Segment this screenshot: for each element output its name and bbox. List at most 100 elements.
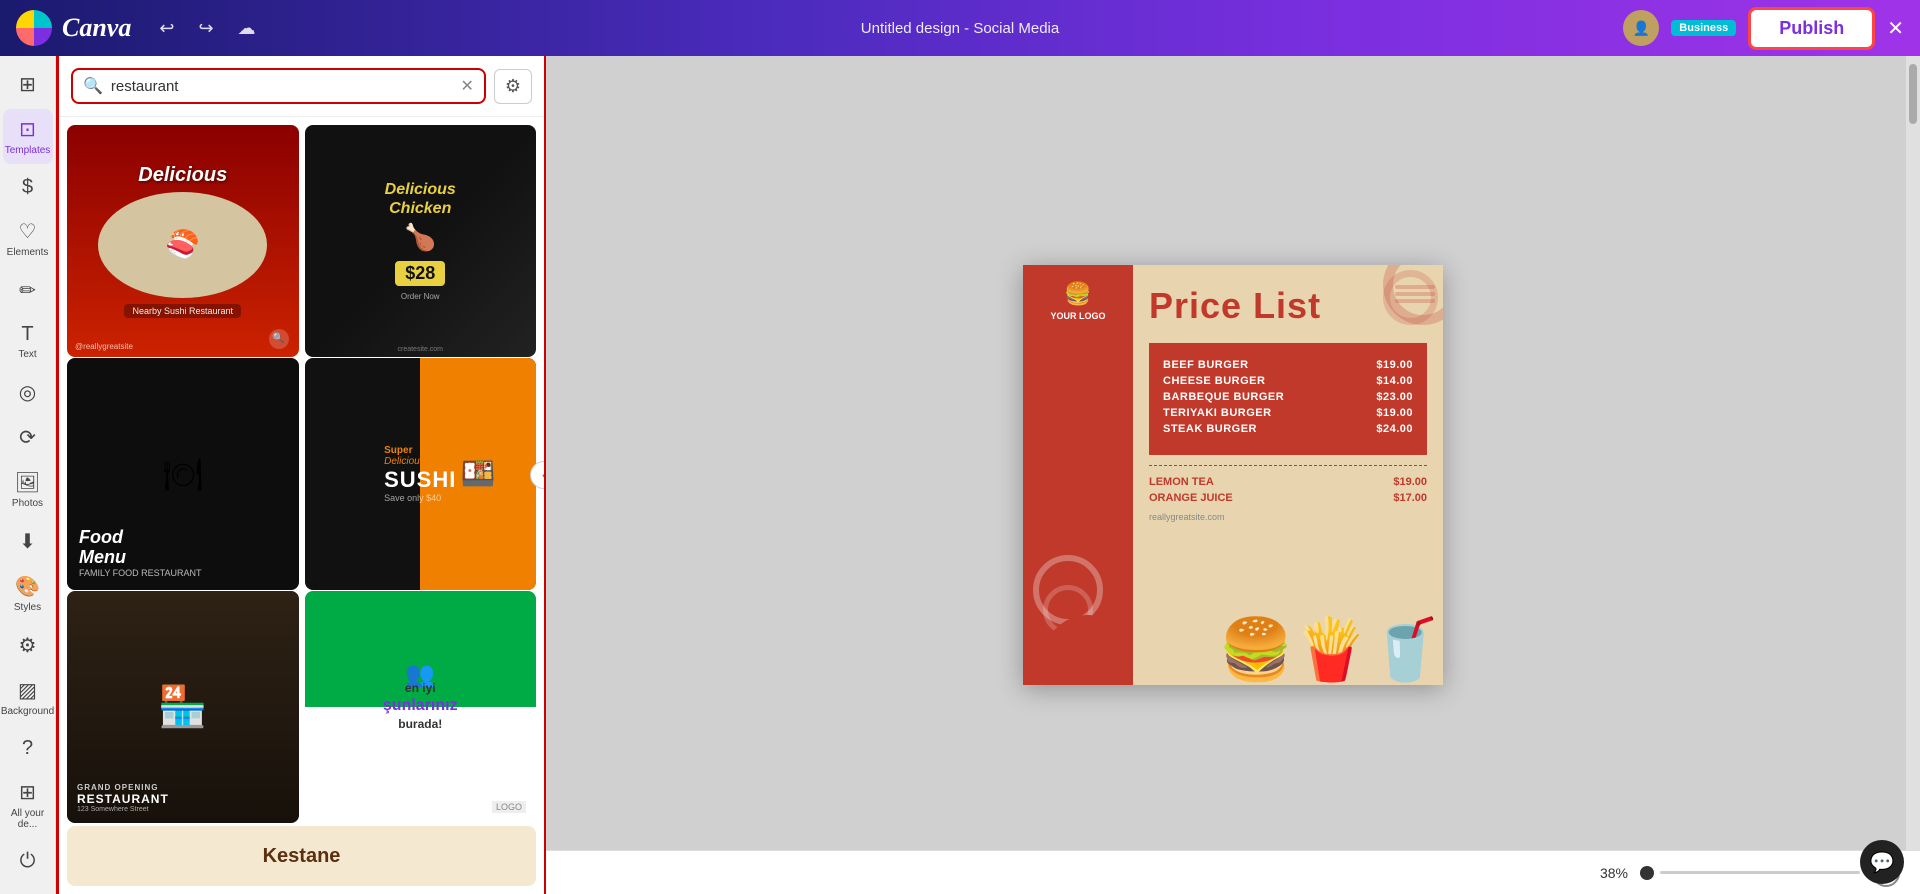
filter-button[interactable]: ⚙ (494, 69, 532, 104)
price-list-title: Price List (1149, 285, 1427, 327)
barbeque-price: $23.00 (1376, 391, 1413, 403)
sidebar-item-styles[interactable]: 🎨 Styles (3, 566, 53, 621)
menu-item-teriyaki: TERIYAKI BURGER $19.00 (1163, 407, 1413, 419)
save-cloud-button[interactable]: ☁ (234, 14, 260, 43)
cheese-name: CHEESE BURGER (1163, 375, 1265, 387)
templates-label: Templates (5, 145, 51, 156)
templates-icon: ⊡ (19, 117, 36, 142)
sidebar-item-text[interactable]: T Text (3, 315, 53, 368)
sidebar-item-background[interactable]: ▨ Background (3, 670, 53, 725)
styles-icon: 🎨 (15, 574, 40, 599)
burger-food-illustration: 🍔🍟🥤 (1219, 614, 1443, 685)
sushi-card-watermark: @reallygreatsite (75, 342, 133, 351)
photos-label: Photos (12, 498, 43, 509)
restaurant-interior-grand: GRAND OPENING (77, 783, 169, 792)
chat-icon: 💬 (1870, 850, 1895, 875)
sidebar-item-photos[interactable]: 🖼 Photos (3, 462, 53, 517)
user-avatar[interactable]: 👤 (1623, 10, 1659, 46)
zoom-slider-thumb[interactable] (1640, 866, 1654, 880)
food-menu-text: FoodMenu FAMILY FOOD RESTAURANT (79, 528, 202, 578)
kestane-title: Kestane (263, 845, 341, 868)
sushi-card-title: Delicious (138, 164, 227, 186)
close-button[interactable]: ✕ (1887, 16, 1904, 41)
redo-button[interactable]: ↪ (194, 14, 217, 43)
design-title: Untitled design - Social Media (861, 20, 1059, 37)
beef-price: $19.00 (1376, 359, 1413, 371)
teriyaki-name: TERIYAKI BURGER (1163, 407, 1272, 419)
search-bar: 🔍 ✕ ⚙ (59, 56, 544, 117)
history-icon: ⟳ (19, 425, 36, 450)
sidebar-item-settings[interactable]: ⚙ (3, 625, 53, 666)
template-card-chicken[interactable]: DeliciousChicken 🍗 $28 Order Now creates… (305, 125, 537, 357)
green-card-logo: LOGO (492, 801, 526, 813)
sidebar-item-apps[interactable]: ⊞ (3, 64, 53, 105)
template-card-green[interactable]: en iyişunlarınızburada! LOGO 👥 (305, 591, 537, 823)
templates-panel: 🔍 ✕ ⚙ Delicious 🍣 Nearby Sushi Restauran… (56, 56, 546, 894)
sidebar-item-elements[interactable]: ♡ Elements (3, 211, 53, 266)
chat-bubble[interactable]: 💬 (1860, 840, 1904, 884)
sidebar-item-download[interactable]: ⬇ (3, 521, 53, 562)
stripe-3 (1395, 299, 1435, 303)
pen-icon: ✏ (19, 278, 36, 303)
text-icon: T (21, 323, 33, 346)
design-canvas[interactable]: 🍔 YOUR LOGO Price List (1023, 265, 1443, 685)
sushi-orange-text: Super Delicious SUSHI Save only $40 (384, 445, 456, 503)
zoom-percentage: 38% (1600, 865, 1628, 881)
sidebar-item-templates[interactable]: ⊡ Templates (3, 109, 53, 164)
zoom-bar: 38% ? (546, 850, 1920, 894)
sidebar-item-rss[interactable]: ◎ (3, 372, 53, 413)
zoom-slider[interactable] (1640, 866, 1860, 880)
power-icon: ⏻ (20, 850, 36, 873)
search-input[interactable] (111, 78, 453, 95)
teriyaki-price: $19.00 (1376, 407, 1413, 419)
logo-area: 🍔 YOUR LOGO (1035, 281, 1121, 321)
sidebar-item-dollar[interactable]: $ (3, 168, 53, 207)
steak-name: STEAK BURGER (1163, 423, 1257, 435)
template-card-sushi[interactable]: Delicious 🍣 Nearby Sushi Restaurant 🔍 @r… (67, 125, 299, 357)
template-card-restaurant-interior[interactable]: 🏪 GRAND OPENING RESTAURANT 123 Somewhere… (67, 591, 299, 823)
help-icon: ? (22, 737, 33, 760)
scroll-thumb[interactable] (1909, 64, 1917, 124)
undo-button[interactable]: ↩ (155, 14, 178, 43)
elements-label: Elements (7, 247, 49, 258)
template-card-kestane[interactable]: Kestane (67, 826, 536, 886)
sushi-card-image: 🍣 (98, 192, 267, 298)
elements-icon: ♡ (19, 219, 37, 244)
restaurant-interior-address: 123 Somewhere Street (77, 806, 169, 813)
template-card-food-menu[interactable]: 🍽 FoodMenu FAMILY FOOD RESTAURANT (67, 358, 299, 590)
stripe-2 (1395, 292, 1435, 296)
canva-logo-icon (16, 10, 52, 46)
all-label: All your de... (7, 808, 49, 830)
menu-item-cheese: CHEESE BURGER $14.00 (1163, 375, 1413, 387)
sushi-orange-title: SUSHI (384, 467, 456, 493)
sushi-card-search-icon: 🔍 (269, 329, 289, 349)
publish-button[interactable]: Publish (1748, 7, 1875, 50)
sidebar-item-history[interactable]: ⟳ (3, 417, 53, 458)
orange-name: ORANGE JUICE (1149, 492, 1233, 504)
sushi-orange-delicious: Delicious (384, 456, 456, 467)
price-list-content-area: Price List BEEF BURGER $19.00 CHEESE BUR… (1133, 265, 1443, 685)
all-icon: ⊞ (19, 780, 36, 805)
sidebar-item-help[interactable]: ? (3, 729, 53, 768)
sidebar-item-pen[interactable]: ✏ (3, 270, 53, 311)
partial-card-wrap: Kestane (59, 826, 544, 894)
top-bar: Canva ↩ ↪ ☁ Untitled design - Social Med… (0, 0, 1920, 56)
sushi-orange-price: Save only $40 (384, 493, 456, 503)
menu-divider (1149, 465, 1427, 466)
menu-item-beef: BEEF BURGER $19.00 (1163, 359, 1413, 371)
template-card-sushi-orange[interactable]: 🍱 Super Delicious SUSHI Save only $40 (305, 358, 537, 590)
sidebar-item-power[interactable]: ⏻ (3, 842, 53, 881)
sidebar-item-all[interactable]: ⊞ All your de... (3, 772, 53, 838)
text-label: Text (18, 349, 36, 360)
food-menu-title: FoodMenu (79, 528, 202, 568)
website-text: reallygreatsite.com (1149, 512, 1427, 522)
search-input-wrap: 🔍 ✕ (71, 68, 486, 104)
price-list-design: 🍔 YOUR LOGO Price List (1023, 265, 1443, 685)
red-sidebar-design: 🍔 YOUR LOGO (1023, 265, 1133, 685)
scroll-bar-right[interactable] (1906, 56, 1920, 850)
photos-icon: 🖼 (15, 470, 40, 495)
background-icon: ▨ (18, 678, 37, 703)
drink-item-orange: ORANGE JUICE $17.00 (1149, 492, 1427, 504)
chicken-card-price: $28 (395, 261, 445, 286)
clear-search-button[interactable]: ✕ (460, 76, 473, 96)
